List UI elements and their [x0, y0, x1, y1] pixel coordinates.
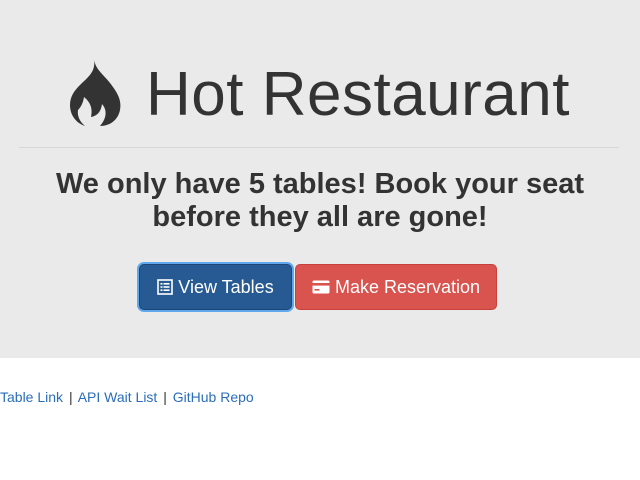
table-link[interactable]: Table Link	[0, 389, 63, 405]
separator: |	[163, 389, 167, 405]
make-reservation-button[interactable]: Make Reservation	[295, 264, 497, 310]
list-alt-icon	[157, 279, 174, 295]
github-repo-link[interactable]: GitHub Repo	[173, 389, 254, 405]
view-tables-label: View Tables	[178, 276, 274, 297]
credit-card-icon	[312, 280, 330, 294]
page-title: Hot Restaurant	[146, 60, 570, 129]
view-tables-button[interactable]: View Tables	[139, 264, 292, 310]
divider	[19, 147, 619, 148]
tagline: We only have 5 tables! Book your seat be…	[55, 168, 585, 233]
separator: |	[68, 389, 73, 405]
make-reservation-label: Make Reservation	[334, 276, 481, 297]
page-header: Hot Restaurant	[0, 50, 640, 140]
footer-links: Table Link | API Wait List | GitHub Repo	[0, 389, 254, 405]
fire-icon	[70, 60, 121, 126]
api-wait-list-link[interactable]: API Wait List	[78, 389, 158, 405]
jumbotron: Hot Restaurant We only have 5 tables! Bo…	[0, 0, 640, 358]
